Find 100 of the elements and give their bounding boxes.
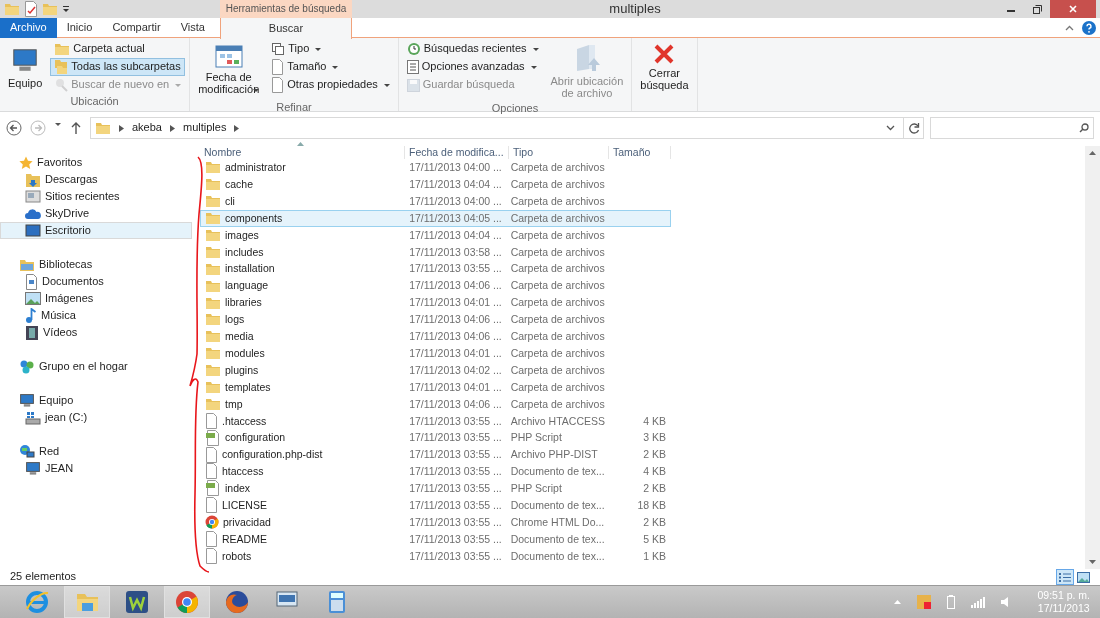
file-row[interactable]: libraries 17/11/2013 04:01 ... Carpeta de archivos [200,294,671,311]
table-cell-text: Carpeta de archivos [509,296,606,309]
view-button[interactable] [1074,569,1092,585]
table-cell-text: Carpeta de archivos [509,279,606,292]
nav-item[interactable]: JEAN [0,460,192,477]
file-name: administrator [225,161,286,174]
table-cell-text: 17/11/2013 04:01 ... [408,296,503,309]
minimize-ribbon-icon[interactable] [1065,24,1074,31]
ribbon-button[interactable]: Tipo [267,40,394,58]
column-header[interactable]: Tamaño [609,146,671,159]
taskbar-button[interactable] [164,586,210,618]
file-row[interactable]: LICENSE 17/11/2013 03:55 ... Documento de tex... 18 KB [200,496,671,514]
file-row[interactable]: templates 17/11/2013 04:01 ... Carpeta de archivos [200,378,671,396]
nav-item[interactable]: Descargas [0,171,192,188]
table-cell-text: 17/11/2013 04:06 ... [408,397,503,411]
chevron-icon[interactable] [119,124,124,132]
ribbon-tab[interactable]: Archivo [0,18,57,38]
table-cell-text: 17/11/2013 03:58 ... [408,245,503,259]
tray-app-icon[interactable] [917,595,932,609]
ribbon-button[interactable]: Equipo [4,40,47,93]
file-row[interactable]: administrator 17/11/2013 04:00 ... Carpeta de archivos [200,159,671,176]
nav-item[interactable]: Grupo en el hogar [0,358,192,375]
column-header[interactable]: Tipo [509,146,609,159]
ribbon-button[interactable]: Opciones avanzadas [402,58,543,76]
nav-item[interactable]: Red [0,443,192,460]
nav-item[interactable]: Bibliotecas [0,256,192,273]
table-cell-text: 17/11/2013 03:55 ... [408,414,503,428]
film-icon [25,324,39,341]
address-bar[interactable]: akeba multiples [90,117,924,139]
table-cell-text: Carpeta de archivos [509,330,606,343]
file-row[interactable]: configuration.php-dist 17/11/2013 03:55 ... Archivo PHP-DIST 2 KB [200,446,671,464]
file-row[interactable]: logs 17/11/2013 04:06 ... Carpeta de archivos [200,311,671,328]
file-row[interactable]: README 17/11/2013 03:55 ... Documento de tex... 5 KB [200,530,671,548]
file-row[interactable]: images 17/11/2013 04:04 ... Carpeta de archivos [200,226,671,244]
ribbon-tab[interactable]: Compartir [102,18,171,38]
file-row[interactable]: cache 17/11/2013 04:04 ... Carpeta de archivos [200,175,671,193]
dropdown-icon[interactable] [886,125,895,131]
up-button[interactable] [70,120,82,136]
nav-item[interactable]: Escritorio [0,222,192,239]
ribbon-tab[interactable]: Inicio [56,18,103,38]
nav-item[interactable]: Favoritos [0,154,192,171]
file-row[interactable]: index 17/11/2013 03:55 ... PHP Script 2 KB [200,479,671,497]
file-row[interactable]: robots 17/11/2013 03:55 ... Documento de tex... 1 KB [200,547,671,565]
file-row[interactable]: components 17/11/2013 04:05 ... Carpeta de archivos [200,209,671,227]
file-row[interactable]: configuration 17/11/2013 03:55 ... PHP Script 3 KB [200,429,671,447]
file-name: README [222,532,267,546]
ribbon-button[interactable]: Búsquedas recientes [402,40,543,58]
file-row[interactable]: installation 17/11/2013 03:55 ... Carpeta de archivos [200,260,671,278]
chevron-icon[interactable] [234,124,240,132]
nav-item[interactable]: jean (C:) [0,409,192,426]
table-cell-text: 17/11/2013 04:06 ... [408,313,503,326]
nav-item[interactable]: Vídeos [0,324,192,341]
scroll-down-icon[interactable] [1089,560,1096,564]
file-row[interactable]: .htaccess 17/11/2013 03:55 ... Archivo HTACCESS 4 KB [200,412,671,430]
file-name: language [225,279,269,292]
back-button[interactable] [6,120,22,136]
ribbon-button[interactable]: Todas las subcarpetas [50,58,186,76]
ribbon-button[interactable]: Cerrar búsqueda [636,40,693,95]
ribbon-button[interactable]: Tamaño [267,58,394,76]
ribbon-tab[interactable]: Buscar [219,18,352,39]
nav-item[interactable]: Sitios recientes [0,188,192,205]
chevron-icon[interactable] [170,124,175,132]
folder-icon [205,346,221,361]
column-header[interactable]: Fecha de modifica... [405,146,509,159]
nav-item[interactable]: Documentos [0,273,192,290]
file-icon [205,531,218,548]
properties-icon[interactable] [24,1,38,17]
nav-item[interactable]: Música [0,307,192,324]
ribbon-button[interactable]: Carpeta actual [50,40,186,58]
file-row[interactable]: cli 17/11/2013 04:00 ... Carpeta de archivos [200,192,671,210]
folders-icon [54,59,69,75]
ribbon-button[interactable]: Otras propiedades [267,76,394,94]
file-row[interactable]: language 17/11/2013 04:06 ... Carpeta de archivos [200,277,671,295]
customize-caret-icon[interactable] [62,5,70,13]
folder-icon [95,121,111,135]
search-field[interactable] [930,117,1094,139]
nav-item[interactable]: Equipo [0,392,192,409]
file-row[interactable]: modules 17/11/2013 04:01 ... Carpeta de archivos [200,344,671,362]
refresh-icon[interactable] [907,122,920,134]
help-icon[interactable] [1082,20,1096,35]
file-row[interactable]: plugins 17/11/2013 04:02 ... Carpeta de archivos [200,361,671,379]
nav-item[interactable]: Imágenes [0,290,192,307]
contextual-tab-label: Herramientas de búsqueda [220,0,352,18]
view-button[interactable] [1056,569,1074,585]
ribbon-button[interactable]: Fecha de modificación [194,40,264,102]
scrollbar[interactable] [1085,146,1100,569]
file-row[interactable]: tmp 17/11/2013 04:06 ... Carpeta de archivos [200,395,671,413]
file-row[interactable]: htaccess 17/11/2013 03:55 ... Documento de tex... 4 KB [200,463,671,480]
scroll-up-icon[interactable] [1089,151,1096,155]
folder-icon [205,329,221,344]
breadcrumb[interactable]: akeba [132,121,162,135]
table-cell-text: Carpeta de archivos [509,211,606,225]
file-row[interactable]: privacidad 17/11/2013 03:55 ... Chrome HTML Do... 2 KB [200,513,671,531]
table-cell-text: PHP Script [509,482,563,495]
file-row[interactable]: includes 17/11/2013 03:58 ... Carpeta de archivos [200,243,671,261]
ribbon-tab[interactable]: Vista [170,18,220,38]
file-row[interactable]: media 17/11/2013 04:06 ... Carpeta de archivos [200,327,671,345]
folder-icon [205,278,221,293]
breadcrumb[interactable]: multiples [183,121,227,135]
nav-item[interactable]: SkyDrive [0,205,192,222]
